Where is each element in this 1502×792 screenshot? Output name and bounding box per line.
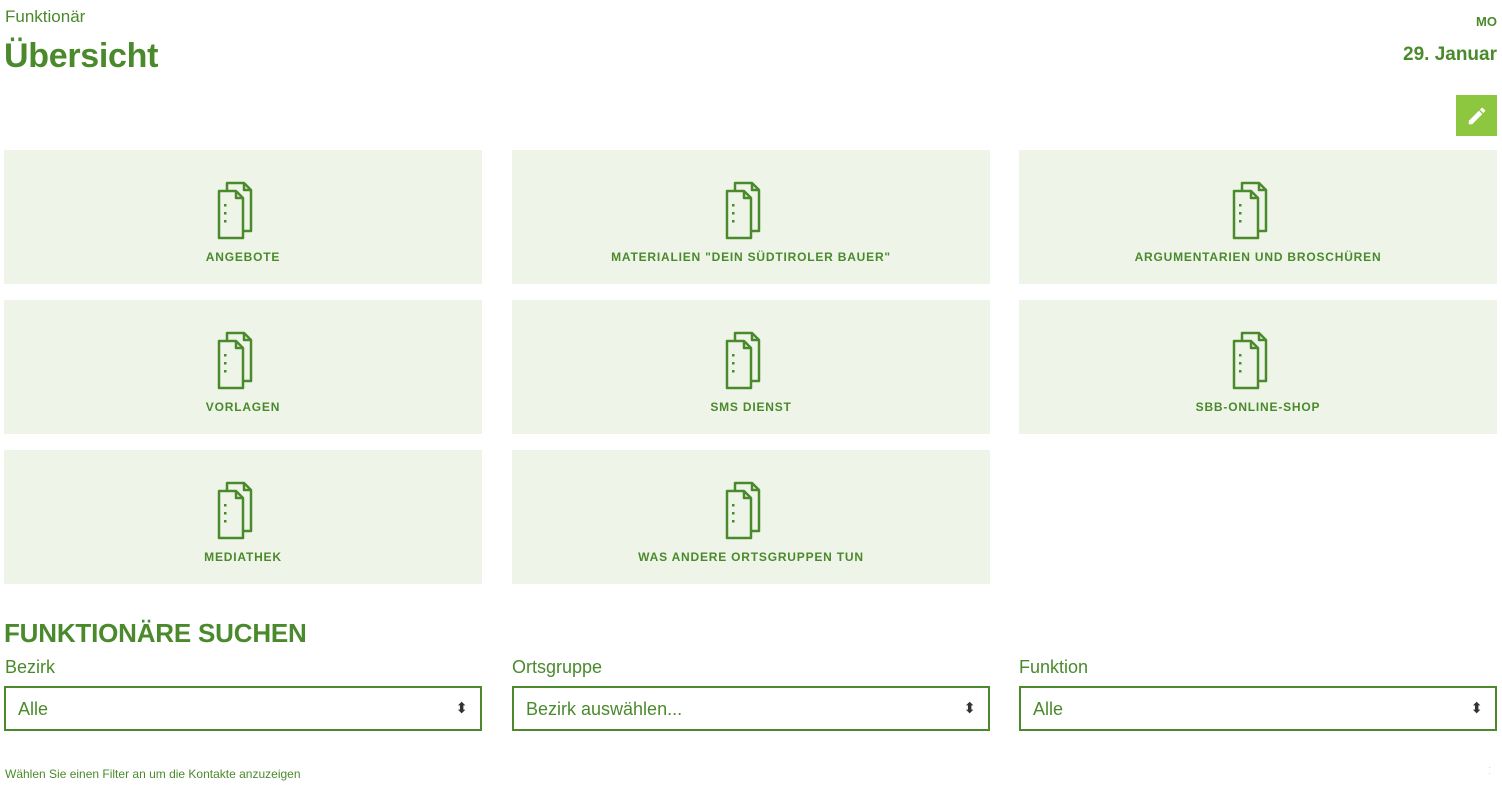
date-label: 29. Januar <box>1403 44 1497 65</box>
tile-label: VORLAGEN <box>205 400 281 414</box>
ortsgruppe-label: Ortsgruppe <box>512 657 603 677</box>
tile-label: ARGUMENTARIEN UND BROSCHÜREN <box>1134 250 1382 264</box>
document-icon <box>1232 181 1268 240</box>
tile-angebote[interactable]: ANGEBOTE <box>4 150 482 284</box>
tile-label: MATERIALIEN "DEIN SÜDTIROLER BAUER" <box>611 250 891 264</box>
search-section-title: FUNKTIONÄRE SUCHEN <box>4 618 307 648</box>
bezirk-label: Bezirk <box>5 657 56 677</box>
ortsgruppe-select[interactable]: Bezirk auswählen... ⬍ <box>512 686 990 731</box>
funktion-select[interactable]: Alle ⬍ <box>1019 686 1497 731</box>
funktion-select-value: Alle <box>1033 699 1064 719</box>
tile-label: WAS ANDERE ORTSGRUPPEN TUN <box>638 550 864 564</box>
tile-label: MEDIATHEK <box>204 550 282 564</box>
filter-hint: Wählen Sie einen Filter an um die Kontak… <box>5 767 301 781</box>
bezirk-select-value: Alle <box>18 699 49 719</box>
document-icon <box>1232 331 1268 390</box>
sort-arrows-icon: ⬍ <box>455 700 468 717</box>
tile-mediathek[interactable]: MEDIATHEK <box>4 450 482 584</box>
tile-materialien[interactable]: MATERIALIEN "DEIN SÜDTIROLER BAUER" <box>512 150 990 284</box>
ortsgruppe-select-value: Bezirk auswählen... <box>526 699 683 719</box>
tile-was-andere-ortsgruppen-tun[interactable]: WAS ANDERE ORTSGRUPPEN TUN <box>512 450 990 584</box>
document-icon <box>217 181 253 240</box>
document-icon <box>217 481 253 540</box>
document-icon <box>725 331 761 390</box>
pencil-icon <box>1468 107 1485 124</box>
document-icon <box>725 481 761 540</box>
page-title: Übersicht <box>4 37 159 75</box>
funktion-label: Funktion <box>1019 657 1089 677</box>
sort-arrows-icon: ⬍ <box>963 700 976 717</box>
bezirk-select[interactable]: Alle ⬍ <box>4 686 482 731</box>
resize-handle: · · <box>1488 762 1492 779</box>
tile-argumentarien[interactable]: ARGUMENTARIEN UND BROSCHÜREN <box>1019 150 1497 284</box>
tile-label: SMS DIENST <box>710 400 792 414</box>
tile-sbb-online-shop[interactable]: SBB-ONLINE-SHOP <box>1019 300 1497 434</box>
page-supertitle: Funktionär <box>5 7 86 26</box>
tile-sms-dienst[interactable]: SMS DIENST <box>512 300 990 434</box>
tile-vorlagen[interactable]: VORLAGEN <box>4 300 482 434</box>
sort-arrows-icon: ⬍ <box>1470 700 1483 717</box>
weekday-label: MO <box>1476 14 1497 29</box>
edit-button[interactable] <box>1456 95 1497 136</box>
document-icon <box>725 181 761 240</box>
tile-label: SBB-ONLINE-SHOP <box>1195 400 1321 414</box>
document-icon <box>217 331 253 390</box>
tile-label: ANGEBOTE <box>205 250 281 264</box>
